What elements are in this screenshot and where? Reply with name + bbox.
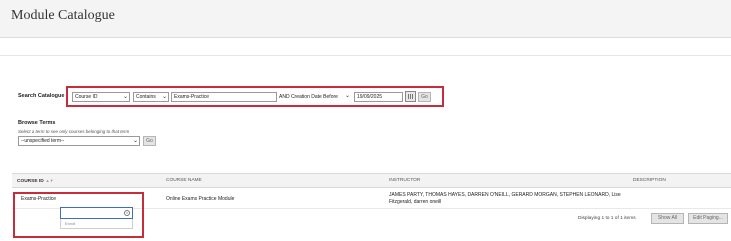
chevron-down-icon: ⌄: [132, 138, 138, 144]
column-header-course-name[interactable]: COURSE NAME: [166, 178, 202, 183]
instructor-line: Fitzgerald, darren oneill: [389, 199, 442, 205]
term-select[interactable]: --unspecified term-- ⌄: [18, 136, 140, 146]
search-operator-value: Contains: [136, 94, 156, 100]
creation-date-label: AND Creation Date Before: [279, 94, 338, 100]
course-id-dropdown[interactable]: Enroll: [60, 219, 133, 229]
calendar-icon[interactable]: [405, 91, 416, 102]
column-header-course-id[interactable]: COURSE ID ▲▼: [17, 178, 54, 184]
search-term-input[interactable]: Exams-Practice: [171, 92, 277, 102]
search-field-select[interactable]: Course ID ⌄: [72, 92, 130, 102]
chevron-down-icon: ⌄: [122, 94, 128, 100]
search-field-value: Course ID: [75, 94, 98, 100]
date-condition-select[interactable]: ⌄: [331, 92, 351, 102]
course-name-cell: Online Exams Practice Module: [166, 196, 235, 202]
search-go-button[interactable]: Go: [418, 92, 431, 102]
browse-terms-description: Select a term to see only courses belong…: [18, 129, 130, 134]
term-go-button[interactable]: Go: [143, 136, 156, 146]
paging-status: Displaying 1 to 1 of 1 items: [578, 216, 636, 221]
instructor-cell: JAMES PARTY, THOMAS HAYES, DARREN O'NEIL…: [389, 192, 621, 206]
creation-date-input[interactable]: 19/09/2025: [354, 92, 403, 102]
browse-terms-title: Browse Terms: [18, 120, 56, 126]
course-id-edit-input[interactable]: ×: [60, 207, 133, 219]
sub-header-bar: [0, 38, 731, 56]
sort-icon[interactable]: ▲▼: [46, 178, 54, 183]
page-title: Module Catalogue: [11, 8, 115, 23]
column-header-description[interactable]: DESCRIPTION: [633, 178, 666, 183]
search-operator-select[interactable]: Contains ⌄: [133, 92, 169, 102]
edit-paging-button[interactable]: Edit Paging...: [688, 213, 728, 224]
clear-icon[interactable]: ×: [124, 210, 130, 216]
instructor-line: JAMES PARTY, THOMAS HAYES, DARREN O'NEIL…: [389, 192, 621, 198]
column-header-instructor[interactable]: INSTRUCTOR: [389, 178, 420, 183]
table-header-row: [12, 173, 731, 188]
chevron-down-icon: ⌄: [161, 94, 167, 100]
page-header: Module Catalogue: [0, 0, 731, 38]
show-all-button[interactable]: Show All: [651, 213, 684, 224]
search-catalogue-label: Search Catalogue: [18, 93, 65, 99]
column-header-course-id-label: COURSE ID: [17, 179, 44, 184]
term-select-value: --unspecified term--: [21, 138, 65, 144]
chevron-down-icon: ⌄: [344, 93, 350, 99]
dropdown-hint[interactable]: Enroll: [65, 221, 75, 226]
